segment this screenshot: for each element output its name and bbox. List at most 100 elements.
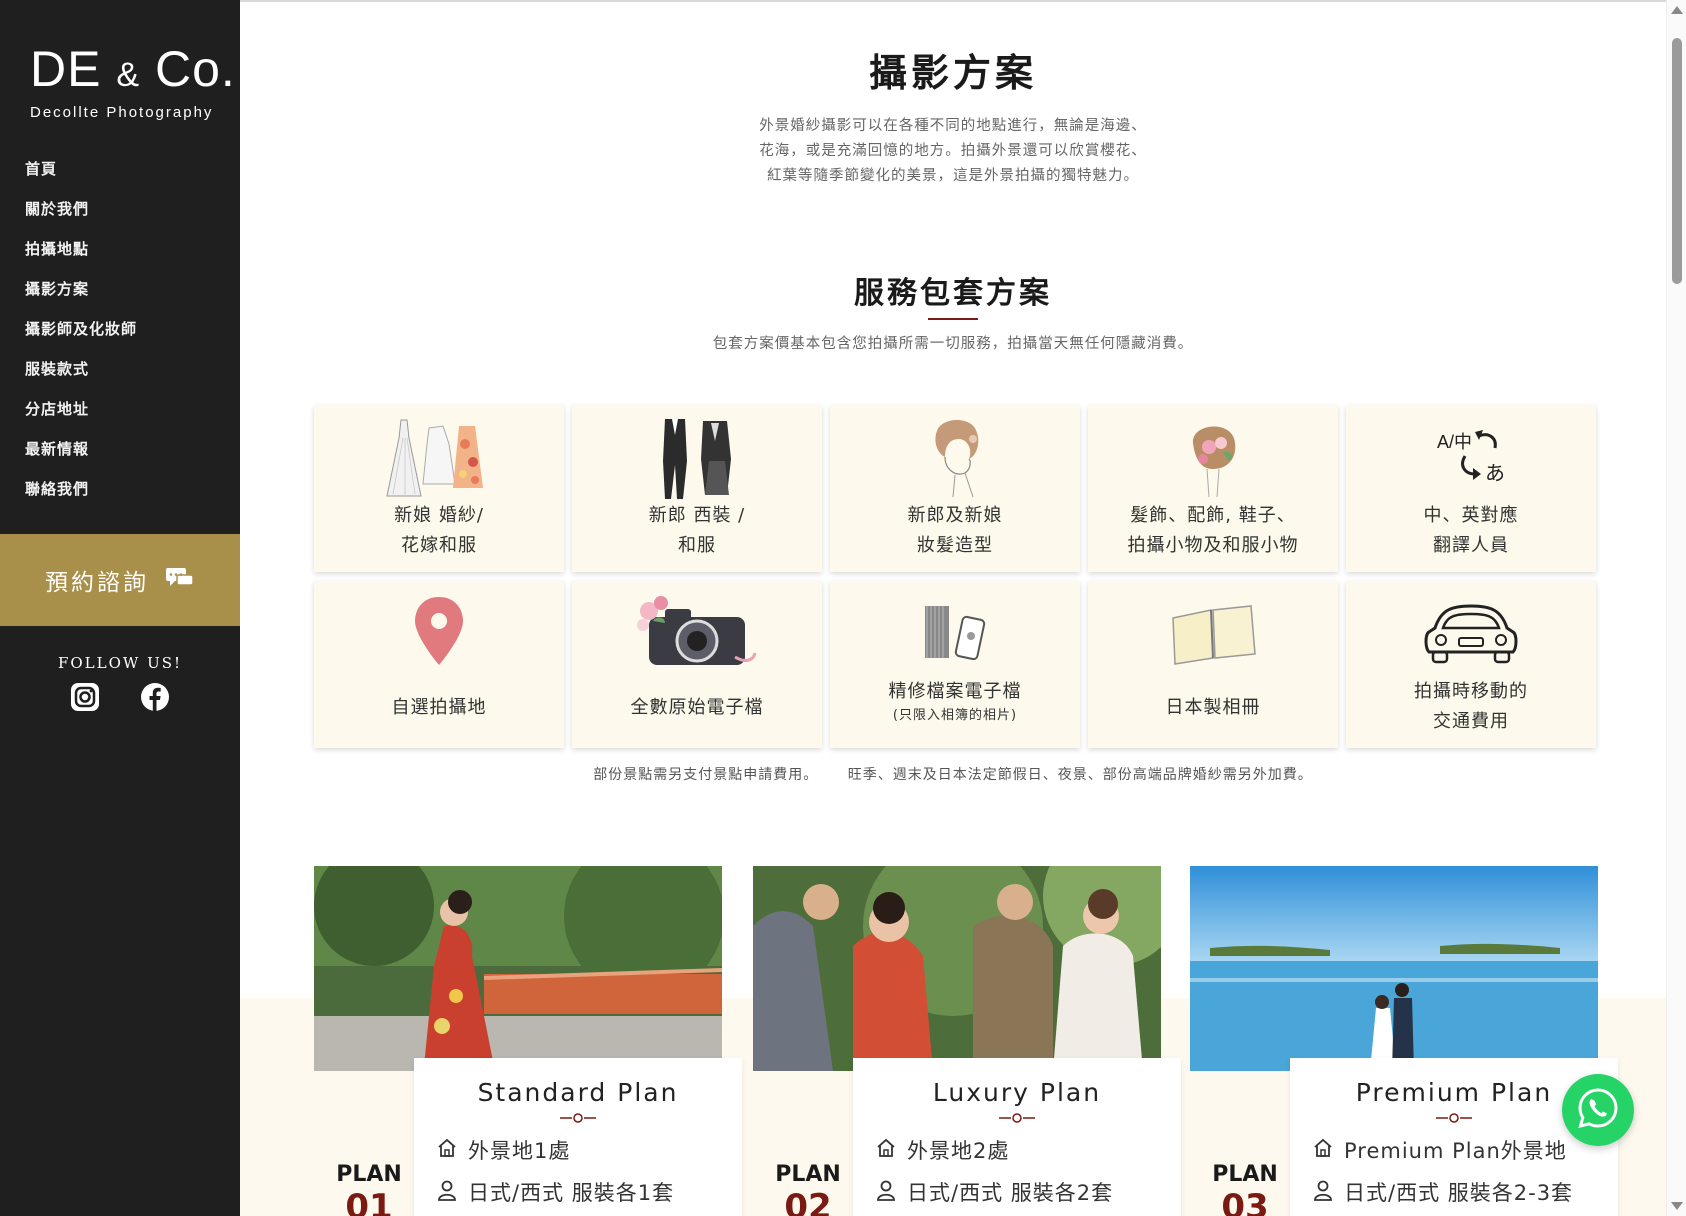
plan-location: 外景地2處 (875, 1135, 1181, 1165)
service-label: 日本製相冊 (1165, 697, 1261, 718)
home-icon (436, 1137, 458, 1164)
service-card: 全數原始電子檔 (572, 581, 822, 748)
intro-text: 外景婚紗攝影可以在各種不同的地點進行，無論是海邊、 花海，或是充滿回憶的地方。拍… (240, 114, 1666, 189)
service-card: 日本製相冊 (1088, 581, 1338, 748)
services-title-underline (928, 318, 978, 320)
camera-icon (635, 589, 759, 677)
nav-item-photographers[interactable]: 攝影師及化妝師 (25, 318, 240, 358)
whatsapp-icon (1576, 1086, 1620, 1134)
svg-text:あ: あ (1485, 461, 1505, 485)
nav-item-costumes[interactable]: 服裝款式 (25, 358, 240, 398)
main-nav: 首頁 關於我們 拍攝地點 攝影方案 攝影師及化妝師 服裝款式 分店地址 最新情報… (0, 158, 240, 518)
plan-outfit: 日式/西式 服裝各1套 (436, 1177, 742, 1207)
plan-location: 外景地1處 (436, 1135, 742, 1165)
page-title: 攝影方案 (868, 51, 1037, 95)
service-label: 中、英對應 翻譯人員 (1423, 505, 1519, 556)
plan-name: Luxury Plan (932, 1078, 1102, 1107)
plan-photo (1190, 866, 1598, 1071)
instagram-icon[interactable] (70, 682, 100, 712)
service-note: (只限入相簿的相片) (892, 708, 1018, 723)
follow-section: FOLLOW US! (0, 654, 240, 712)
services-title: 服務包套方案 (854, 276, 1052, 311)
nav-item-about[interactable]: 關於我們 (25, 198, 240, 238)
wedding-dress-icon (379, 413, 499, 501)
bride-hair-icon (915, 413, 995, 501)
intro-line: 紅葉等隨季節變化的美景，這是外景拍攝的獨特魅力。 (767, 168, 1139, 184)
groom-suit-icon (657, 413, 737, 501)
service-grid: 新娘 婚紗/花嫁和服 新郎 西裝 / 和服 新郎及新娘 妝髮造型 髮飾、配飾, … (314, 405, 1598, 748)
plan-name: Standard Plan (477, 1078, 679, 1107)
logo-subtitle: Decollte Photography (30, 104, 214, 121)
whatsapp-button[interactable] (1562, 1074, 1634, 1146)
plan-number: PLAN 02 (775, 1162, 841, 1216)
nav-item-plans[interactable]: 攝影方案 (25, 278, 240, 318)
plan-number: PLAN 03 (1212, 1162, 1278, 1216)
sidebar: DE & Co. Decollte Photography 首頁 關於我們 拍攝… (0, 0, 240, 1216)
top-divider (240, 0, 1666, 2)
plan-location: Premium Plan外景地 (1312, 1135, 1618, 1165)
service-card: 精修檔案電子檔 (只限入相簿的相片) (830, 581, 1080, 748)
service-card: 新郎及新娘 妝髮造型 (830, 405, 1080, 572)
phone-album-icon (915, 589, 995, 677)
photo-album-icon (1165, 589, 1261, 677)
home-icon (1312, 1137, 1334, 1164)
plan-card-luxury[interactable]: Luxury Plan 外景地2處 日式/西式 服裝各2套 PLAN 02 (753, 866, 1181, 1216)
service-label: 自選拍攝地 (391, 697, 487, 718)
scroll-up-arrow[interactable] (1671, 6, 1683, 14)
note-text: 旺季、週末及日本法定節假日、夜景、部份高端品牌婚紗需另外加費。 (847, 767, 1313, 783)
home-icon (875, 1137, 897, 1164)
location-pin-icon (409, 589, 469, 677)
service-card: A/中 あ 中、英對應 翻譯人員 (1346, 405, 1596, 572)
scroll-thumb[interactable] (1672, 38, 1682, 284)
main-content: 攝影方案 外景婚紗攝影可以在各種不同的地點進行，無論是海邊、 花海，或是充滿回憶… (240, 0, 1666, 1216)
service-label: 髮飾、配飾, 鞋子、 拍攝小物及和服小物 (1127, 505, 1299, 556)
service-label: 全數原始電子檔 (630, 697, 764, 718)
intro-line: 花海，或是充滿回憶的地方。拍攝外景還可以欣賞櫻花、 (759, 143, 1147, 159)
nav-item-branches[interactable]: 分店地址 (25, 398, 240, 438)
intro-line: 外景婚紗攝影可以在各種不同的地點進行，無論是海邊、 (759, 118, 1147, 134)
page-scrollbar[interactable] (1666, 0, 1686, 1216)
chat-bubble-icon (165, 566, 195, 594)
svg-text:A/中: A/中 (1437, 432, 1472, 452)
ornament-icon (414, 1113, 742, 1123)
service-label: 新郎及新娘 妝髮造型 (907, 505, 1003, 556)
service-card: 新郎 西裝 / 和服 (572, 405, 822, 572)
scroll-down-arrow[interactable] (1671, 1202, 1683, 1210)
service-notes: 部份景點需另支付景點申請費用。 旺季、週末及日本法定節假日、夜景、部份高端品牌婚… (240, 764, 1666, 784)
person-icon (875, 1179, 897, 1206)
nav-item-news[interactable]: 最新情報 (25, 438, 240, 478)
nav-item-home[interactable]: 首頁 (25, 158, 240, 198)
service-card: 自選拍攝地 (314, 581, 564, 748)
service-label: 精修檔案電子檔 (只限入相簿的相片) (888, 681, 1022, 723)
plan-info: Luxury Plan 外景地2處 日式/西式 服裝各2套 (853, 1058, 1181, 1216)
plan-number: PLAN 01 (336, 1162, 402, 1216)
car-icon (1421, 589, 1521, 677)
logo-wordmark: DE & Co. (30, 41, 236, 97)
service-label: 新娘 婚紗/花嫁和服 (394, 505, 484, 556)
plan-info: Premium Plan Premium Plan外景地 日式/西式 服裝各2-… (1290, 1058, 1618, 1216)
plan-info: Standard Plan 外景地1處 日式/西式 服裝各1套 (414, 1058, 742, 1216)
plan-photo (753, 866, 1161, 1071)
service-card: 拍攝時移動的 交通費用 (1346, 581, 1596, 748)
plan-card-standard[interactable]: Standard Plan 外景地1處 日式/西式 服裝各1套 PLAN 01 (314, 866, 742, 1216)
brand-logo[interactable]: DE & Co. Decollte Photography (0, 0, 240, 148)
plan-outfit: 日式/西式 服裝各2套 (875, 1177, 1181, 1207)
note-text: 部份景點需另支付景點申請費用。 (593, 767, 819, 783)
plan-card-premium[interactable]: Premium Plan Premium Plan外景地 日式/西式 服裝各2-… (1190, 866, 1618, 1216)
reserve-button[interactable]: 預約諮詢 (0, 534, 240, 626)
nav-item-contact[interactable]: 聯絡我們 (25, 478, 240, 518)
person-icon (1312, 1179, 1334, 1206)
services-description: 包套方案價基本包含您拍攝所需一切服務，拍攝當天無任何隱藏消費。 (712, 336, 1194, 352)
reserve-label: 預約諮詢 (45, 570, 149, 596)
plan-outfit: 日式/西式 服裝各2-3套 (1312, 1177, 1618, 1207)
facebook-icon[interactable] (140, 682, 170, 712)
person-icon (436, 1179, 458, 1206)
service-card: 髮飾、配飾, 鞋子、 拍攝小物及和服小物 (1088, 405, 1338, 572)
translate-icon: A/中 あ (1431, 413, 1511, 501)
nav-item-locations[interactable]: 拍攝地點 (25, 238, 240, 278)
hair-accessory-icon (1173, 413, 1253, 501)
follow-label: FOLLOW US! (57, 654, 183, 672)
service-card: 新娘 婚紗/花嫁和服 (314, 405, 564, 572)
service-label: 新郎 西裝 / 和服 (648, 505, 746, 556)
plan-photo (314, 866, 722, 1071)
